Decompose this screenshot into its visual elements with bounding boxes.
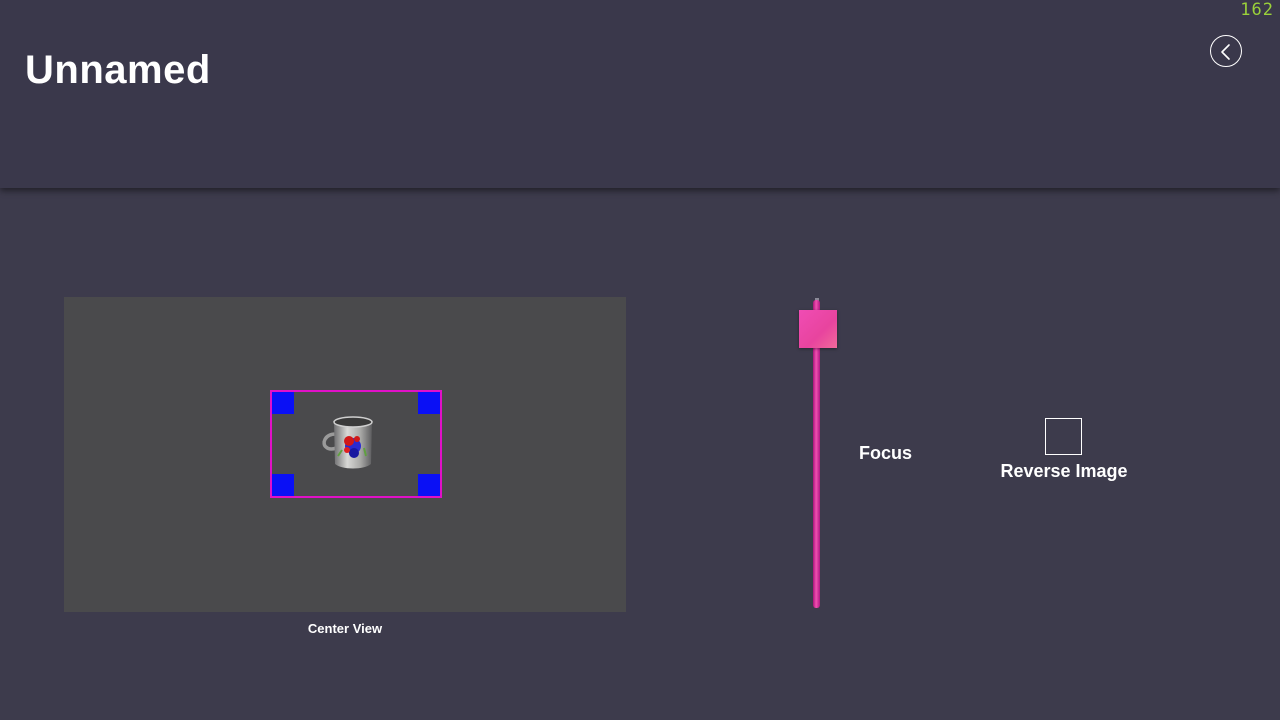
slider-thumb[interactable] xyxy=(799,310,837,348)
crop-handle-bottom-left[interactable] xyxy=(272,474,294,496)
reverse-image-label: Reverse Image xyxy=(1000,461,1128,481)
crop-handle-top-left[interactable] xyxy=(272,392,294,414)
camera-preview xyxy=(64,297,626,612)
focus-slider[interactable] xyxy=(798,298,838,612)
preview-caption: Center View xyxy=(307,621,383,636)
app-header: Unnamed 162 xyxy=(0,0,1280,188)
crop-frame[interactable] xyxy=(270,390,442,498)
focus-label: Focus xyxy=(859,443,913,463)
back-button[interactable] xyxy=(1210,35,1242,67)
crop-handle-bottom-right[interactable] xyxy=(418,474,440,496)
mug-image xyxy=(322,416,373,469)
reverse-image-checkbox[interactable] xyxy=(1045,418,1082,455)
chevron-left-icon xyxy=(1221,44,1230,60)
page-title: Unnamed xyxy=(25,48,211,92)
fps-counter: 162 xyxy=(1240,0,1274,20)
crop-handle-top-right[interactable] xyxy=(418,392,440,414)
